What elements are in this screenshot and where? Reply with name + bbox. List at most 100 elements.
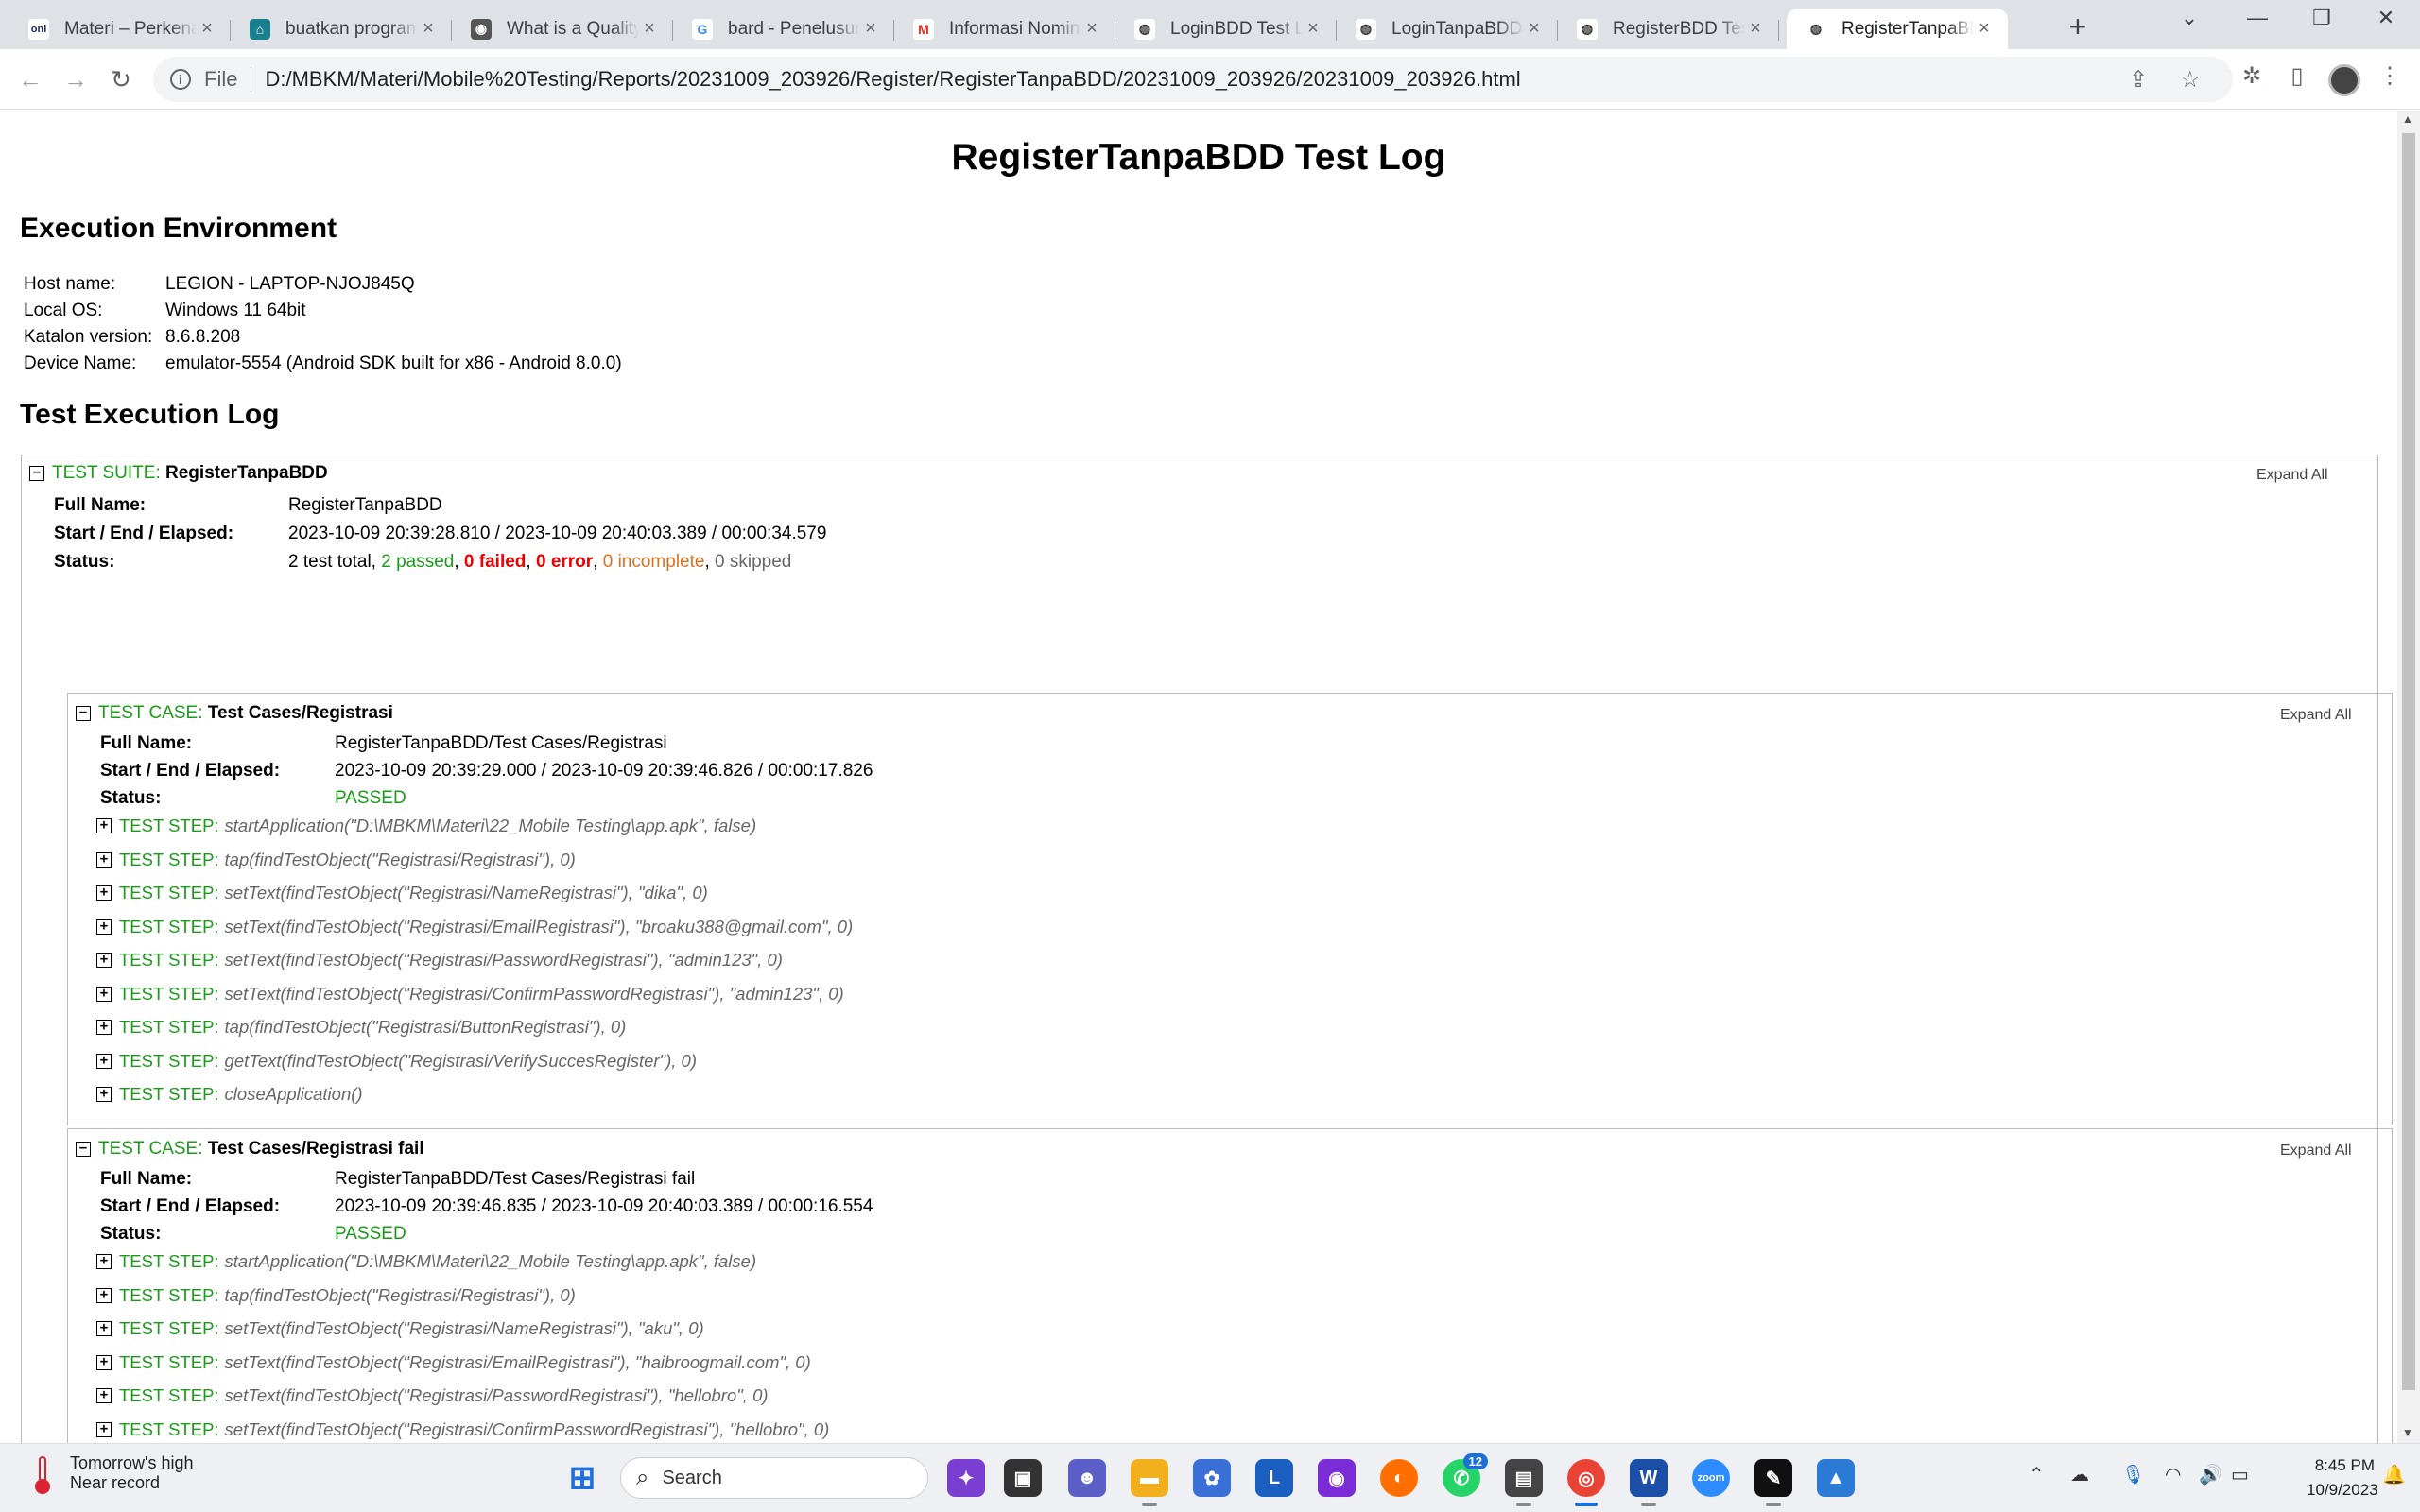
close-window-button[interactable]: ✕ [2367,6,2405,30]
menu-icon[interactable]: ⋮ [2373,62,2407,90]
expand-icon[interactable]: + [96,953,112,968]
collapse-icon[interactable]: − [76,1142,91,1157]
expand-all-link[interactable]: Expand All [2256,467,2328,484]
taskbar-search[interactable]: ⌕ Search [620,1457,928,1499]
store-icon[interactable]: ▤ [1505,1459,1543,1506]
zoom-icon[interactable]: zoom [1692,1459,1730,1497]
expand-icon[interactable]: + [96,885,112,901]
tab-3[interactable]: ◉ What is a Quality × [452,9,673,49]
expand-icon[interactable]: + [96,1254,112,1269]
battery-icon[interactable]: ▭ [2231,1463,2249,1486]
file-explorer-icon[interactable]: ▬ [1131,1459,1168,1506]
expand-icon[interactable]: + [96,1020,112,1035]
forward-button[interactable]: → [57,60,95,98]
expand-icon[interactable]: + [96,1053,112,1069]
chrome-icon[interactable]: ◎ [1567,1459,1605,1506]
back-button[interactable]: ← [11,60,49,98]
whatsapp-icon[interactable]: ✆ 12 [1443,1453,1488,1497]
tab-1[interactable]: onl Materi – Perkenalan× [9,9,231,49]
close-tab-icon[interactable]: × [418,18,439,40]
app-icon[interactable]: ✎ [1754,1459,1792,1506]
wifi-icon[interactable]: ◠ [2165,1463,2181,1486]
photos-icon[interactable]: ▲ [1817,1459,1855,1497]
tab-5[interactable]: M Informasi Nominal × [894,9,1115,49]
windows-start-icon[interactable]: ⊞ [563,1459,601,1497]
tab-2[interactable]: ⌂ buatkan program × [231,9,452,49]
address-bar[interactable]: i File D:/MBKM/Materi/Mobile%20Testing/R… [153,57,2233,102]
tab-8[interactable]: ◍ RegisterBDD Test Log× [1558,9,1779,49]
test-step-row[interactable]: + TEST STEP: setText(findTestObject("Regis… [96,917,853,937]
test-step-row[interactable]: + TEST STEP: tap(findTestObject("Registras… [96,1285,576,1306]
test-step-row[interactable]: + TEST STEP: closeApplication() [96,1084,363,1105]
microphone-icon[interactable]: 🎙 [2121,1463,2145,1486]
test-step-row[interactable]: + TEST STEP: startApplication("D:\MBKM\Mat… [96,816,756,836]
expand-icon[interactable]: + [96,1087,112,1102]
task-view-icon[interactable]: ▣ [1004,1459,1042,1497]
close-tab-icon[interactable]: × [197,18,217,40]
vertical-scrollbar[interactable]: ▲ ▼ [2397,111,2420,1443]
copilot-icon[interactable]: ✦ [947,1459,985,1497]
expand-icon[interactable]: + [96,1287,112,1303]
expand-icon[interactable]: + [96,986,112,1002]
scroll-down-arrow[interactable]: ▼ [2402,1426,2413,1439]
minimize-button[interactable]: — [2238,6,2276,30]
test-step-row[interactable]: + TEST STEP: tap(findTestObject("Registras… [96,850,576,870]
reload-button[interactable]: ↻ [102,60,140,98]
test-step-row[interactable]: + TEST STEP: getText(findTestObject("Regis… [96,1051,697,1072]
expand-icon[interactable]: + [96,919,112,935]
expand-icon[interactable]: + [96,1421,112,1437]
close-tab-icon[interactable]: × [1524,18,1545,40]
l-app-icon[interactable]: L [1255,1459,1293,1497]
test-step-row[interactable]: + TEST STEP: setText(findTestObject("Regis… [96,1419,829,1440]
tab-7[interactable]: ◍ LoginTanpaBDD Test× [1337,9,1558,49]
profile-avatar[interactable] [2328,64,2360,96]
side-panel-icon[interactable]: ▯ [2280,62,2314,90]
word-icon[interactable]: W [1630,1459,1668,1506]
expand-all-link[interactable]: Expand All [2280,707,2352,724]
expand-icon[interactable]: + [96,1388,112,1403]
firefox-icon[interactable]: ◐ [1380,1459,1418,1497]
expand-icon[interactable]: + [96,851,112,868]
bookmark-star-icon[interactable]: ☆ [2180,66,2201,94]
close-tab-icon[interactable]: × [1303,18,1323,40]
close-tab-icon[interactable]: × [860,18,881,40]
test-step-row[interactable]: + TEST STEP: setText(findTestObject("Regis… [96,1385,769,1406]
test-step-row[interactable]: + TEST STEP: tap(findTestObject("Registras… [96,1017,626,1038]
collapse-icon[interactable]: − [76,706,91,721]
test-step-row[interactable]: + TEST STEP: setText(findTestObject("Regis… [96,950,783,971]
close-tab-icon[interactable]: × [1974,18,1995,40]
test-step-row[interactable]: + TEST STEP: setText(findTestObject("Regis… [96,984,844,1005]
new-tab-button[interactable]: + [2059,9,2097,44]
weather-widget[interactable]: Tomorrow's high Near record [28,1453,193,1494]
clock[interactable]: 8:45 PM 10/9/2023 [2307,1453,2378,1503]
tab-9[interactable]: ◍ RegisterTanpaBDD× [1787,9,2008,49]
test-step-row[interactable]: + TEST STEP: setText(findTestObject("Regis… [96,1318,704,1339]
app-icon[interactable]: ✿ [1193,1459,1231,1497]
close-tab-icon[interactable]: × [1745,18,1766,40]
expand-all-link[interactable]: Expand All [2280,1143,2352,1160]
url-text[interactable]: D:/MBKM/Materi/Mobile%20Testing/Reports/… [265,67,1520,92]
close-tab-icon[interactable]: × [639,18,660,40]
scrollbar-thumb[interactable] [2402,133,2415,1390]
mask-app-icon[interactable]: ◉ [1318,1459,1356,1497]
share-icon[interactable]: ⇪ [2129,66,2148,94]
test-step-row[interactable]: + TEST STEP: startApplication("D:\MBKM\Mat… [96,1251,756,1272]
extensions-icon[interactable]: ✲ [2235,62,2269,90]
expand-icon[interactable]: + [96,1354,112,1370]
chevron-up-icon[interactable]: ⌃ [2029,1463,2045,1486]
notification-bell-icon[interactable]: 🔔 [2382,1463,2406,1486]
close-tab-icon[interactable]: × [1081,18,1102,40]
info-icon[interactable]: i [170,69,191,90]
collapse-icon[interactable]: − [29,466,44,481]
tab-search-icon[interactable]: ⌄ [2170,6,2208,30]
expand-icon[interactable]: + [96,1321,112,1336]
tab-4[interactable]: Gbard - Penelusuran× [673,9,894,49]
test-step-row[interactable]: + TEST STEP: setText(findTestObject("Regis… [96,1352,811,1373]
maximize-button[interactable]: ❐ [2303,6,2341,30]
scroll-up-arrow[interactable]: ▲ [2402,112,2413,126]
volume-icon[interactable]: 🔊 [2199,1463,2222,1486]
test-step-row[interactable]: + TEST STEP: setText(findTestObject("Regis… [96,883,708,903]
chat-icon[interactable]: ☻ [1068,1459,1106,1497]
expand-icon[interactable]: + [96,818,112,833]
tab-6[interactable]: ◍ LoginBDD Test Log× [1115,9,1337,49]
